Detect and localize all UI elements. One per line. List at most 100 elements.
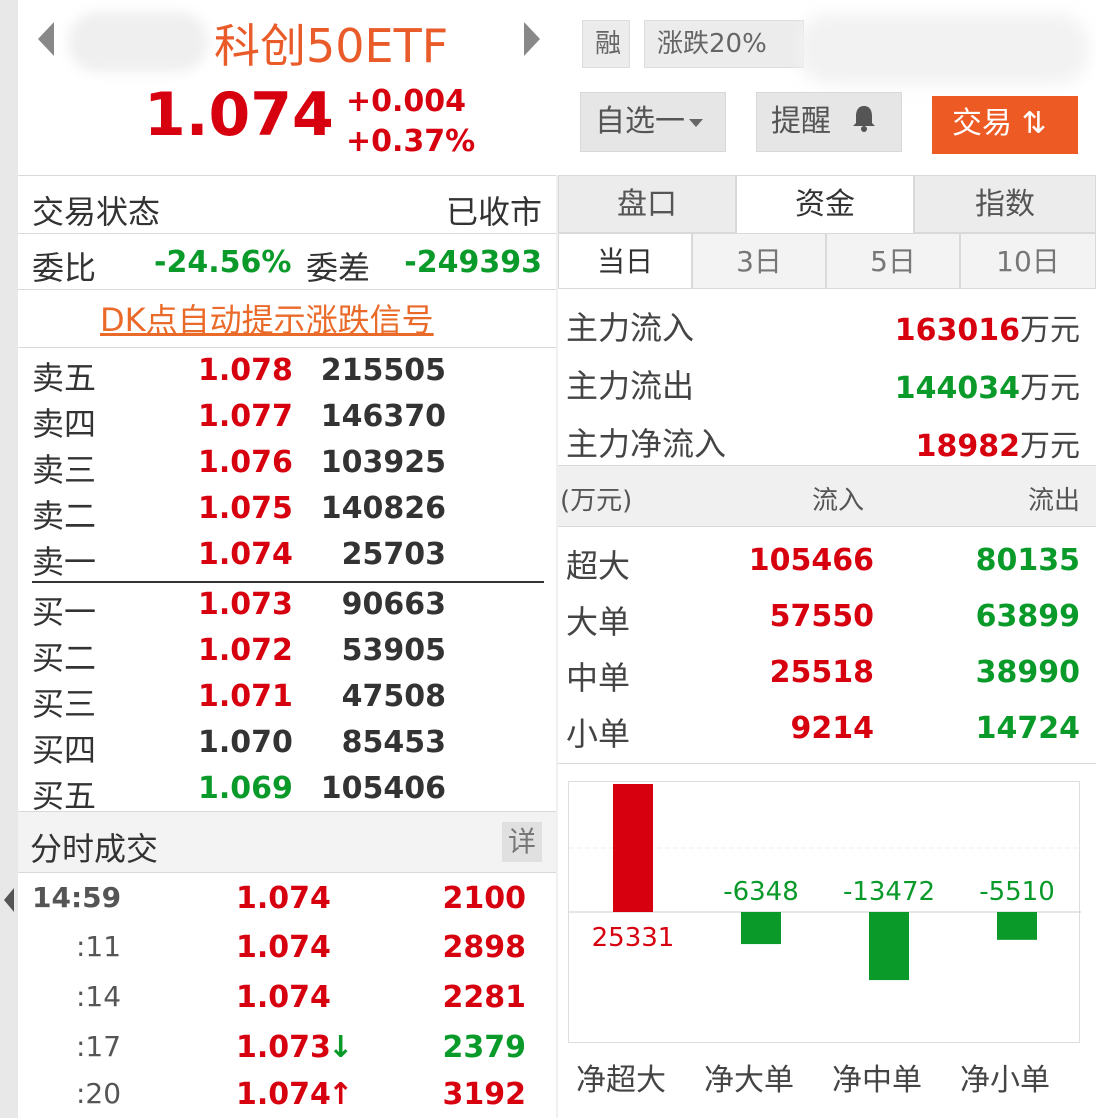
tick-price: 1.074: [236, 881, 331, 916]
order-volume: 146370: [320, 399, 446, 434]
main-net-inflow-number: 18982: [915, 429, 1020, 464]
tab-capital[interactable]: 资金: [736, 175, 914, 233]
trade-button[interactable]: 交易 ⇅: [932, 96, 1078, 154]
chart-bar: [997, 912, 1037, 940]
chart-data-label: -6348: [723, 877, 799, 907]
unit-label: 万元: [1020, 371, 1080, 406]
tick-volume: 2281: [442, 980, 527, 1015]
order-volume: 85453: [341, 725, 446, 760]
order-volume: 53905: [341, 633, 446, 668]
ticks-detail-button[interactable]: 详: [502, 822, 542, 862]
remind-button[interactable]: 提醒: [756, 92, 902, 152]
order-level-label: 买四: [32, 731, 97, 769]
trade-status-label: 交易状态: [32, 193, 161, 231]
previous-stock-arrow-icon[interactable]: [38, 22, 54, 56]
subtab-10day[interactable]: 10日: [960, 233, 1096, 289]
tick-row: :11 1.074 2898: [18, 930, 556, 980]
tab-orderbook[interactable]: 盘口: [558, 175, 736, 233]
orderbook-row: 卖三 1.076 103925: [18, 445, 556, 491]
chart-data-label: -5510: [979, 877, 1055, 907]
order-price: 1.072: [198, 633, 293, 668]
order-price: 1.073: [198, 587, 293, 622]
arrow-up-icon: ↑: [328, 1077, 354, 1112]
watchlist-dropdown-button[interactable]: 自选一: [580, 92, 726, 152]
category-label: 净超大: [576, 1063, 666, 1098]
orderbook-row: 卖二 1.075 140826: [18, 491, 556, 537]
tick-time: :14: [76, 980, 122, 1013]
order-level-label: 卖四: [32, 405, 97, 443]
flow-row-label: 大单: [566, 603, 631, 641]
capital-flow-panel: 盘口 资金 指数 当日 3日 5日 10日 主力流入 163016万元 主力流出…: [558, 175, 1096, 1118]
collapse-arrow-icon[interactable]: [4, 888, 14, 912]
chart-data-label: 25331: [592, 923, 675, 953]
orderbook-row: 买一 1.073 90663: [18, 587, 556, 633]
weibi-value: -24.56%: [154, 245, 292, 280]
order-level-label: 买三: [32, 685, 97, 723]
divider: [18, 233, 556, 234]
net-flow-chart-svg: 25331 -6348 -13472 -5510: [569, 784, 1081, 981]
order-level-label: 卖一: [32, 543, 97, 581]
next-stock-arrow-icon[interactable]: [524, 22, 540, 56]
order-level-label: 买二: [32, 639, 97, 677]
order-level-label: 买一: [32, 593, 97, 631]
ticks-header: 分时成交 详: [18, 811, 556, 873]
subtab-today[interactable]: 当日: [558, 233, 692, 289]
divider: [18, 289, 556, 290]
tick-time: :20: [76, 1077, 122, 1110]
subtab-5day[interactable]: 5日: [826, 233, 960, 289]
current-price: 1.074: [144, 80, 334, 150]
main-outflow-value: 144034万元: [895, 363, 1080, 407]
order-price: 1.070: [198, 725, 293, 760]
ticks-title: 分时成交: [30, 830, 159, 868]
flow-row-in: 25518: [769, 655, 874, 690]
tick-price: 1.074: [236, 1077, 331, 1112]
divider: [18, 175, 556, 176]
flow-row-in: 105466: [748, 543, 874, 578]
order-volume: 47508: [341, 679, 446, 714]
order-price: 1.076: [198, 445, 293, 480]
order-price: 1.078: [198, 353, 293, 388]
main-net-inflow-label: 主力净流入: [566, 425, 727, 463]
outflow-header: 流出: [1027, 486, 1080, 516]
chart-data-label: -13472: [843, 877, 935, 907]
divider: [558, 763, 1096, 764]
order-volume: 140826: [320, 491, 446, 526]
dk-signal-link[interactable]: DK点自动提示涨跌信号: [100, 295, 434, 341]
flow-row-out: 14724: [975, 711, 1080, 746]
tick-price: 1.074: [236, 930, 331, 965]
trade-status-value: 已收市: [445, 193, 542, 231]
chevron-down-icon: [689, 118, 703, 127]
price-change-absolute: +0.004: [346, 84, 467, 119]
divider: [18, 347, 556, 348]
tab-index[interactable]: 指数: [914, 175, 1096, 233]
weicha-value: -249393: [404, 245, 542, 280]
main-outflow-number: 144034: [894, 371, 1020, 406]
category-label: 净小单: [960, 1063, 1050, 1098]
tick-time: :11: [76, 930, 122, 963]
tick-volume: 3192: [442, 1077, 527, 1112]
tick-price: 1.073: [236, 1030, 331, 1065]
order-volume: 105406: [320, 771, 446, 806]
blurred-region: [798, 14, 1088, 84]
limit-tag: 涨跌20%: [644, 20, 804, 68]
watchlist-label: 自选一: [595, 104, 685, 139]
unit-header: (万元): [560, 486, 633, 516]
tick-volume: 2100: [442, 881, 527, 916]
tick-row: :14 1.074 2281: [18, 980, 556, 1030]
main-inflow-value: 163016万元: [895, 305, 1080, 349]
order-price: 1.069: [198, 771, 293, 806]
tick-volume: 2379: [442, 1030, 527, 1065]
flow-row-out: 80135: [975, 543, 1080, 578]
main-outflow-label: 主力流出: [566, 367, 695, 405]
bell-icon: [851, 94, 877, 152]
flow-row-in: 57550: [769, 599, 874, 634]
blurred-region: [68, 12, 208, 72]
subtab-3day[interactable]: 3日: [692, 233, 826, 289]
unit-label: 万元: [1020, 429, 1080, 464]
unit-label: 万元: [1020, 313, 1080, 348]
order-level-label: 卖三: [32, 451, 97, 489]
quote-header: 科创50ETF 1.074 +0.004 +0.37% 融 涨跌20% 自选一 …: [18, 0, 1096, 175]
left-edge-strip: [0, 0, 18, 1118]
main-inflow-number: 163016: [894, 313, 1020, 348]
tick-time: :17: [76, 1030, 122, 1063]
